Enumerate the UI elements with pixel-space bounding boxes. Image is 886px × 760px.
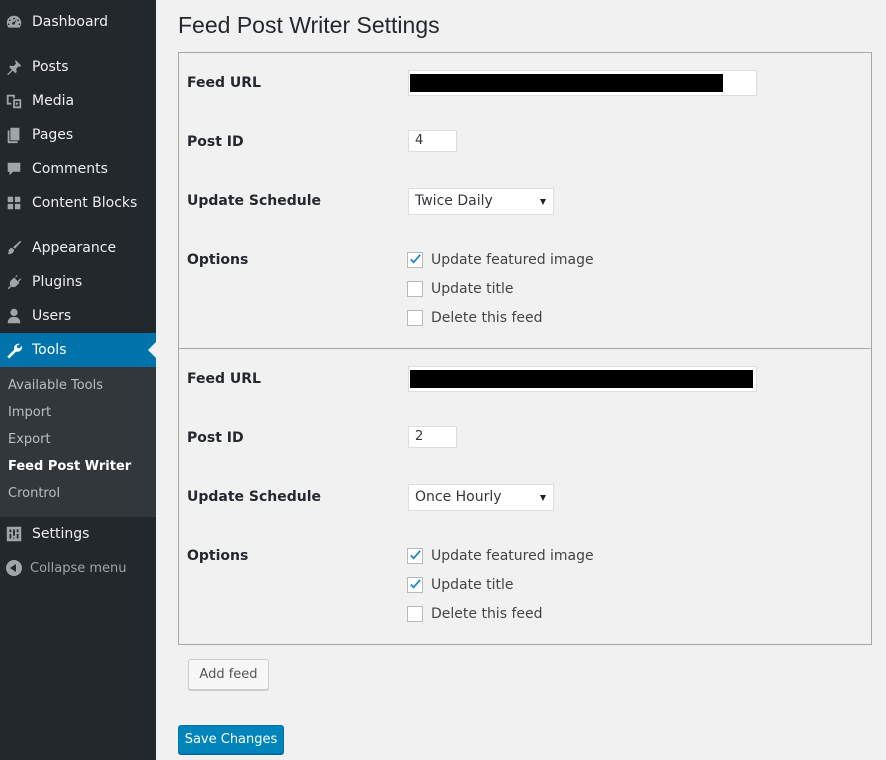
submenu-item-feed-post-writer[interactable]: Feed Post Writer	[8, 459, 131, 474]
sidebar-item-pages[interactable]: Pages	[0, 118, 156, 152]
collapse-menu-button[interactable]: Collapse menu	[0, 557, 156, 579]
submenu-item-crontrol[interactable]: Crontrol	[8, 486, 60, 501]
selected-schedule: Once Hourly	[415, 489, 502, 505]
check-icon	[410, 579, 421, 589]
pin-icon	[4, 57, 24, 77]
collapse-arrow-icon	[6, 560, 22, 576]
feed-url-label: Feed URL	[187, 75, 261, 91]
sidebar-item-label: Media	[32, 93, 75, 109]
sidebar-item-comments[interactable]: Comments	[0, 152, 156, 186]
feed-settings-box: Feed URL Post ID 4 Update Schedule Twice…	[178, 52, 872, 349]
comments-icon	[4, 159, 24, 179]
sidebar-item-label: Posts	[32, 59, 69, 75]
update-schedule-label: Update Schedule	[187, 489, 322, 505]
post-id-input[interactable]: 2	[408, 426, 457, 448]
dashboard-icon	[4, 12, 24, 32]
feed-url-input[interactable]	[408, 70, 757, 96]
add-feed-button[interactable]: Add feed	[188, 659, 269, 690]
option-label: Update featured image	[431, 548, 594, 564]
sidebar-item-settings[interactable]: Settings	[0, 517, 156, 551]
post-id-input[interactable]: 4	[408, 130, 457, 152]
option-update-featured-image[interactable]: Update featured image	[407, 547, 594, 565]
sidebar-item-label: Appearance	[32, 240, 117, 256]
checkbox[interactable]	[407, 606, 423, 622]
sidebar-item-appearance[interactable]: Appearance	[0, 231, 156, 265]
dropdown-arrow-icon	[540, 495, 546, 501]
sidebar-item-content-blocks[interactable]: Content Blocks	[0, 186, 156, 220]
sidebar-item-label: Dashboard	[32, 14, 108, 30]
blocks-icon	[4, 193, 24, 213]
plugin-icon	[4, 272, 24, 292]
option-label: Delete this feed	[431, 310, 543, 326]
collapse-menu-label: Collapse menu	[30, 560, 127, 576]
sidebar-item-label: Content Blocks	[32, 195, 138, 211]
sidebar-item-label: Plugins	[32, 274, 83, 290]
option-label: Update title	[431, 281, 514, 297]
wrench-icon	[4, 340, 24, 360]
sidebar-item-label: Settings	[32, 526, 90, 542]
checkbox[interactable]	[407, 577, 423, 593]
sidebar-item-label: Users	[32, 308, 72, 324]
option-update-title[interactable]: Update title	[407, 576, 514, 594]
option-delete-feed[interactable]: Delete this feed	[407, 605, 543, 623]
sidebar-item-label: Tools	[32, 342, 67, 358]
feed-settings-box: Feed URL Post ID 2 Update Schedule Once …	[178, 348, 872, 645]
sidebar-item-plugins[interactable]: Plugins	[0, 265, 156, 299]
sidebar-item-posts[interactable]: Posts	[0, 50, 156, 84]
feed-url-label: Feed URL	[187, 371, 261, 387]
admin-sidebar: Dashboard Posts Media Pages Comments Con…	[0, 0, 156, 760]
sidebar-item-dashboard[interactable]: Dashboard	[0, 5, 156, 39]
options-label: Options	[187, 252, 249, 268]
sidebar-item-tools[interactable]: Tools	[0, 333, 156, 367]
update-schedule-label: Update Schedule	[187, 193, 322, 209]
dropdown-arrow-icon	[540, 199, 546, 205]
brush-icon	[4, 238, 24, 258]
redacted-url	[410, 74, 723, 92]
sidebar-item-users[interactable]: Users	[0, 299, 156, 333]
options-label: Options	[187, 548, 249, 564]
option-update-title[interactable]: Update title	[407, 280, 514, 298]
sidebar-item-label: Comments	[32, 161, 108, 177]
submenu-item-import[interactable]: Import	[8, 405, 51, 420]
pages-icon	[4, 125, 24, 145]
selected-schedule: Twice Daily	[415, 193, 493, 209]
checkbox[interactable]	[407, 281, 423, 297]
option-label: Update title	[431, 577, 514, 593]
user-icon	[4, 306, 24, 326]
checkbox[interactable]	[407, 548, 423, 564]
update-schedule-select[interactable]: Once Hourly	[408, 484, 554, 511]
post-id-label: Post ID	[187, 134, 244, 150]
check-icon	[410, 550, 421, 560]
sidebar-item-label: Pages	[32, 127, 74, 143]
submenu-item-export[interactable]: Export	[8, 432, 51, 447]
redacted-url	[410, 370, 753, 388]
sidebar-item-media[interactable]: Media	[0, 84, 156, 118]
checkbox[interactable]	[407, 252, 423, 268]
check-icon	[410, 254, 421, 264]
save-changes-button[interactable]: Save Changes	[178, 725, 284, 754]
post-id-label: Post ID	[187, 430, 244, 446]
checkbox[interactable]	[407, 310, 423, 326]
option-update-featured-image[interactable]: Update featured image	[407, 251, 594, 269]
page-title: Feed Post Writer Settings	[178, 12, 440, 38]
option-delete-feed[interactable]: Delete this feed	[407, 309, 543, 327]
media-icon	[4, 91, 24, 111]
feed-url-input[interactable]	[408, 366, 757, 392]
option-label: Delete this feed	[431, 606, 543, 622]
tools-submenu: Available Tools Import Export Feed Post …	[0, 367, 156, 517]
option-label: Update featured image	[431, 252, 594, 268]
settings-icon	[4, 524, 24, 544]
update-schedule-select[interactable]: Twice Daily	[408, 188, 554, 215]
submenu-item-available-tools[interactable]: Available Tools	[8, 378, 103, 393]
